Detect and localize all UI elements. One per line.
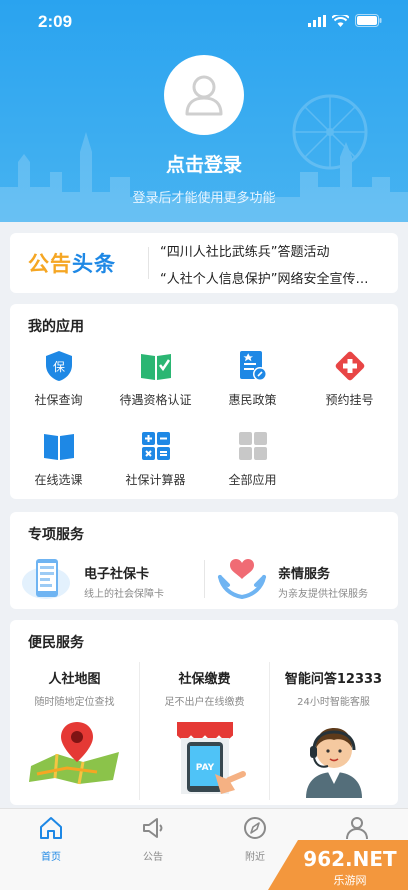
avatar-button[interactable] xyxy=(164,55,244,135)
service-name: 电子社保卡 xyxy=(84,567,150,582)
service-name: 智能问答12333 xyxy=(284,672,383,687)
app-label: 全部应用 xyxy=(228,473,277,487)
status-icons xyxy=(308,14,382,27)
svg-text:乐游网: 乐游网 xyxy=(334,874,367,887)
notice-item[interactable]: “人社个人信息保护”网络安全宣传… xyxy=(160,268,368,287)
service-name: 社保缴费 xyxy=(178,672,231,687)
map-pin-icon xyxy=(28,722,119,785)
app-all-apps[interactable]: 全部应用 xyxy=(204,430,301,488)
service-name: 亲情服务 xyxy=(278,567,331,582)
app-online-course[interactable]: 在线选课 xyxy=(10,430,107,488)
customer-service-agent-icon xyxy=(305,728,362,798)
app-label: 预约挂号 xyxy=(325,393,374,407)
notice-item[interactable]: “四川人社比武练兵”答题活动 xyxy=(160,241,329,260)
status-time: 2:09 xyxy=(38,12,73,31)
section-title-convenience: 便民服务 xyxy=(28,635,84,651)
section-title-my-apps: 我的应用 xyxy=(28,319,84,335)
app-label: 社保查询 xyxy=(34,393,83,407)
app-social-security-query[interactable]: 保 社保查询 xyxy=(10,350,107,408)
service-hr-map[interactable]: 人社地图 随时随地定位查找 xyxy=(10,662,139,804)
app-label: 惠民政策 xyxy=(228,393,277,407)
user-avatar-icon xyxy=(185,75,223,116)
book-check-icon xyxy=(140,350,172,382)
service-divider xyxy=(204,560,205,598)
service-desc: 为亲友提供社保服务 xyxy=(278,589,368,600)
shield-icon: 保 xyxy=(43,350,75,382)
app-calculator[interactable]: 社保计算器 xyxy=(107,430,204,488)
service-smart-qa[interactable]: 智能问答12333 24小时智能客服 xyxy=(269,662,398,804)
wifi-icon xyxy=(332,14,349,27)
login-title[interactable]: 点击登录 xyxy=(0,150,408,177)
section-title-special: 专项服务 xyxy=(28,527,84,543)
svg-text:保: 保 xyxy=(52,360,64,374)
user-icon xyxy=(346,817,368,840)
service-desc: 24小时智能客服 xyxy=(297,697,370,708)
service-desc: 足不出户在线缴费 xyxy=(164,697,245,708)
notice-logo-part1: 公告 xyxy=(28,252,72,276)
app-label: 在线选课 xyxy=(34,473,83,487)
medical-cross-icon xyxy=(334,350,366,382)
header-banner: 2:09 点击登录 登录后才能使用更多功能 xyxy=(0,0,408,222)
service-family[interactable]: 亲情服务 为亲友提供社保服务 xyxy=(216,557,396,603)
home-icon xyxy=(40,817,62,839)
tab-home[interactable]: 首页 xyxy=(0,815,102,863)
tab-label: 公告 xyxy=(143,852,163,863)
e-card-phone-icon xyxy=(22,559,70,599)
grid-icon xyxy=(237,430,269,462)
megaphone-icon xyxy=(143,818,163,838)
payment-store-icon: PAY xyxy=(176,722,246,794)
tab-label: 首页 xyxy=(41,852,61,863)
policy-doc-icon xyxy=(237,350,269,382)
battery-icon xyxy=(355,14,382,27)
svg-text:962.NET: 962.NET xyxy=(303,847,397,871)
calculator-icon xyxy=(140,430,172,462)
special-services-card: 专项服务 电子社保卡 线上的社会保障卡 亲情服务 为亲友提供社保服务 xyxy=(10,512,398,609)
site-watermark-logo: 962.NET 乐游网 xyxy=(268,840,408,890)
compass-icon xyxy=(244,817,266,839)
caring-hands-heart-icon xyxy=(218,559,266,600)
service-payment[interactable]: 社保缴费 足不出户在线缴费 PAY xyxy=(140,662,269,804)
app-appointment[interactable]: 预约挂号 xyxy=(301,350,398,408)
notice-logo-part2: 头条 xyxy=(72,252,116,276)
app-policy[interactable]: 惠民政策 xyxy=(204,350,301,408)
cellular-signal-icon xyxy=(308,14,326,27)
pay-sign: PAY xyxy=(195,763,214,773)
notice-card: 公告头条 “四川人社比武练兵”答题活动 “人社个人信息保护”网络安全宣传… xyxy=(10,233,398,293)
status-bar: 2:09 xyxy=(0,0,408,44)
service-desc: 随时随地定位查找 xyxy=(34,697,115,708)
service-e-card[interactable]: 电子社保卡 线上的社会保障卡 xyxy=(22,557,202,603)
notice-logo: 公告头条 xyxy=(28,248,116,278)
service-name: 人社地图 xyxy=(48,672,101,687)
app-benefit-qualification[interactable]: 待遇资格认证 xyxy=(107,350,204,408)
app-label: 待遇资格认证 xyxy=(119,393,192,407)
notice-divider xyxy=(148,247,149,279)
service-desc: 线上的社会保障卡 xyxy=(84,589,164,600)
login-subtitle: 登录后才能使用更多功能 xyxy=(132,191,276,206)
tab-announcements[interactable]: 公告 xyxy=(102,815,204,863)
open-book-icon xyxy=(43,430,75,462)
convenience-services-card: 便民服务 人社地图 随时随地定位查找 社保缴费 足不出户在线缴费 PAY 智能问… xyxy=(10,620,398,805)
app-label: 社保计算器 xyxy=(125,473,186,487)
my-apps-card: 我的应用 保 社保查询 待遇资格认证 惠民政策 预约挂号 在线选课 社保计算器 … xyxy=(10,304,398,499)
